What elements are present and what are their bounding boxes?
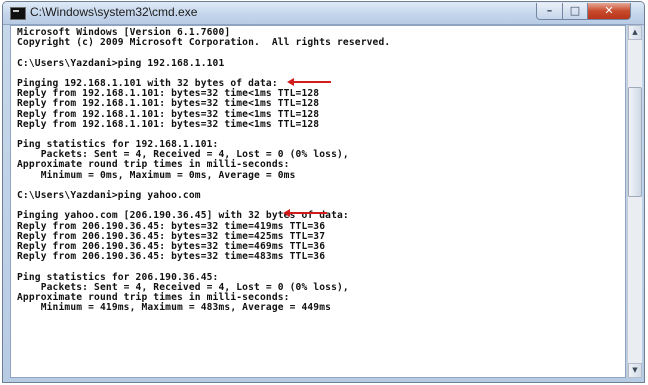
- console-line: C:\Users\Yazdani>ping 192.168.1.101: [17, 57, 225, 69]
- console-line: Reply from 192.168.1.101: bytes=32 time<…: [17, 118, 320, 130]
- console-lines: Microsoft Windows [Version 6.1.7600] Cop…: [17, 27, 391, 314]
- console-line: C:\Users\Yazdani>ping yahoo.com: [17, 190, 201, 201]
- console-line: Reply from 192.168.1.101: bytes=32 time<…: [17, 98, 320, 110]
- console-line: Reply from 206.190.36.45: bytes=32 time=…: [17, 251, 326, 263]
- console-output[interactable]: Microsoft Windows [Version 6.1.7600] Cop…: [10, 25, 626, 378]
- close-button[interactable]: ✕: [587, 3, 631, 20]
- arrow-left-icon: [283, 209, 327, 217]
- minimize-button[interactable]: –: [536, 3, 563, 20]
- cmd-app-icon[interactable]: [10, 7, 26, 20]
- title-bar[interactable]: C:\Windows\system32\cmd.exe – □ ✕: [3, 2, 644, 25]
- scroll-down-icon[interactable]: ▼: [628, 363, 642, 378]
- scroll-up-icon[interactable]: ▲: [628, 25, 642, 40]
- console-line: Copyright (c) 2009 Microsoft Corporation…: [17, 37, 391, 49]
- vertical-scrollbar[interactable]: ▲ ▼: [627, 25, 642, 378]
- window-title: C:\Windows\system32\cmd.exe: [30, 5, 198, 19]
- console-line: Minimum = 0ms, Maximum = 0ms, Average = …: [17, 169, 296, 181]
- scrollbar-thumb[interactable]: [628, 87, 642, 197]
- cmd-window: C:\Windows\system32\cmd.exe – □ ✕ Micros…: [2, 1, 645, 383]
- console-line: Minimum = 419ms, Maximum = 483ms, Averag…: [17, 302, 332, 314]
- maximize-button[interactable]: □: [562, 3, 588, 20]
- arrow-left-icon: [287, 78, 331, 86]
